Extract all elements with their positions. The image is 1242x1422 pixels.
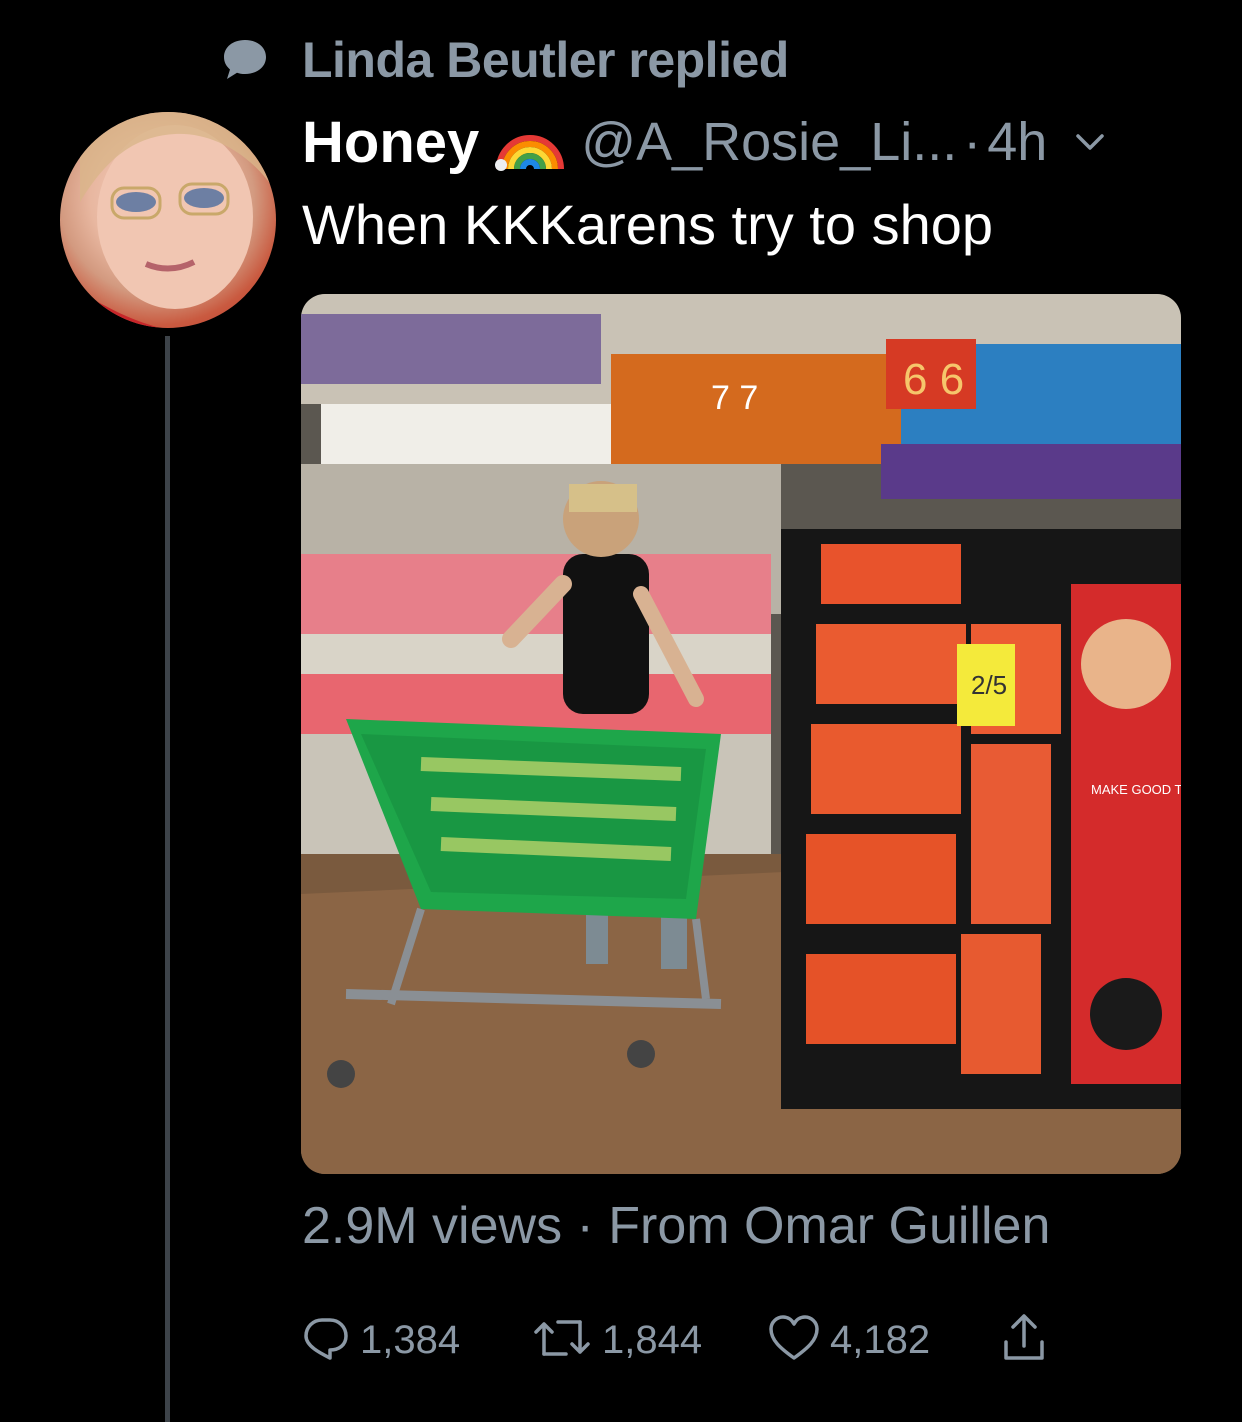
retweet-button[interactable]: 1,844 bbox=[532, 1314, 768, 1367]
banner-text: MAKE GOOD TIMES BETTER bbox=[1091, 782, 1181, 797]
reply-icon bbox=[302, 1314, 350, 1367]
social-context-text: Linda Beutler replied bbox=[302, 32, 789, 88]
author-handle[interactable]: @A_Rosie_Li... bbox=[581, 111, 957, 173]
chevron-down-icon[interactable] bbox=[1073, 125, 1107, 159]
reply-button[interactable]: 1,384 bbox=[302, 1314, 532, 1367]
speech-bubble-icon bbox=[220, 35, 270, 85]
share-icon bbox=[1000, 1312, 1048, 1369]
tweet-media[interactable]: 6 6 7 7 2/5 MAKE GOOD T bbox=[301, 294, 1181, 1174]
tweet-text: When KKKarens try to shop bbox=[302, 193, 994, 256]
like-count: 4,182 bbox=[830, 1317, 931, 1362]
timestamp[interactable]: 4h bbox=[987, 111, 1047, 173]
heart-icon bbox=[768, 1314, 820, 1367]
aisle-number-66: 6 6 bbox=[903, 355, 964, 404]
price-tag-text: 2/5 bbox=[971, 670, 1007, 700]
social-context: Linda Beutler replied bbox=[220, 32, 789, 88]
like-button[interactable]: 4,182 bbox=[768, 1314, 1000, 1367]
separator-dot: · bbox=[963, 112, 982, 172]
reply-count: 1,384 bbox=[360, 1317, 461, 1362]
retweet-count: 1,844 bbox=[602, 1317, 703, 1362]
tweet-header: Honey @A_Rosie_Li... · 4h bbox=[302, 108, 1107, 176]
action-bar: 1,384 1,844 4,182 bbox=[302, 1312, 1048, 1368]
retweet-icon bbox=[532, 1314, 592, 1367]
author-name[interactable]: Honey bbox=[302, 109, 479, 176]
aisle-number-77: 7 7 bbox=[711, 379, 758, 417]
media-views: 2.9M views · From Omar Guillen bbox=[302, 1197, 1051, 1255]
rainbow-icon bbox=[493, 113, 567, 171]
avatar[interactable] bbox=[60, 112, 276, 328]
share-button[interactable] bbox=[1000, 1312, 1048, 1369]
thread-line bbox=[165, 336, 170, 1422]
